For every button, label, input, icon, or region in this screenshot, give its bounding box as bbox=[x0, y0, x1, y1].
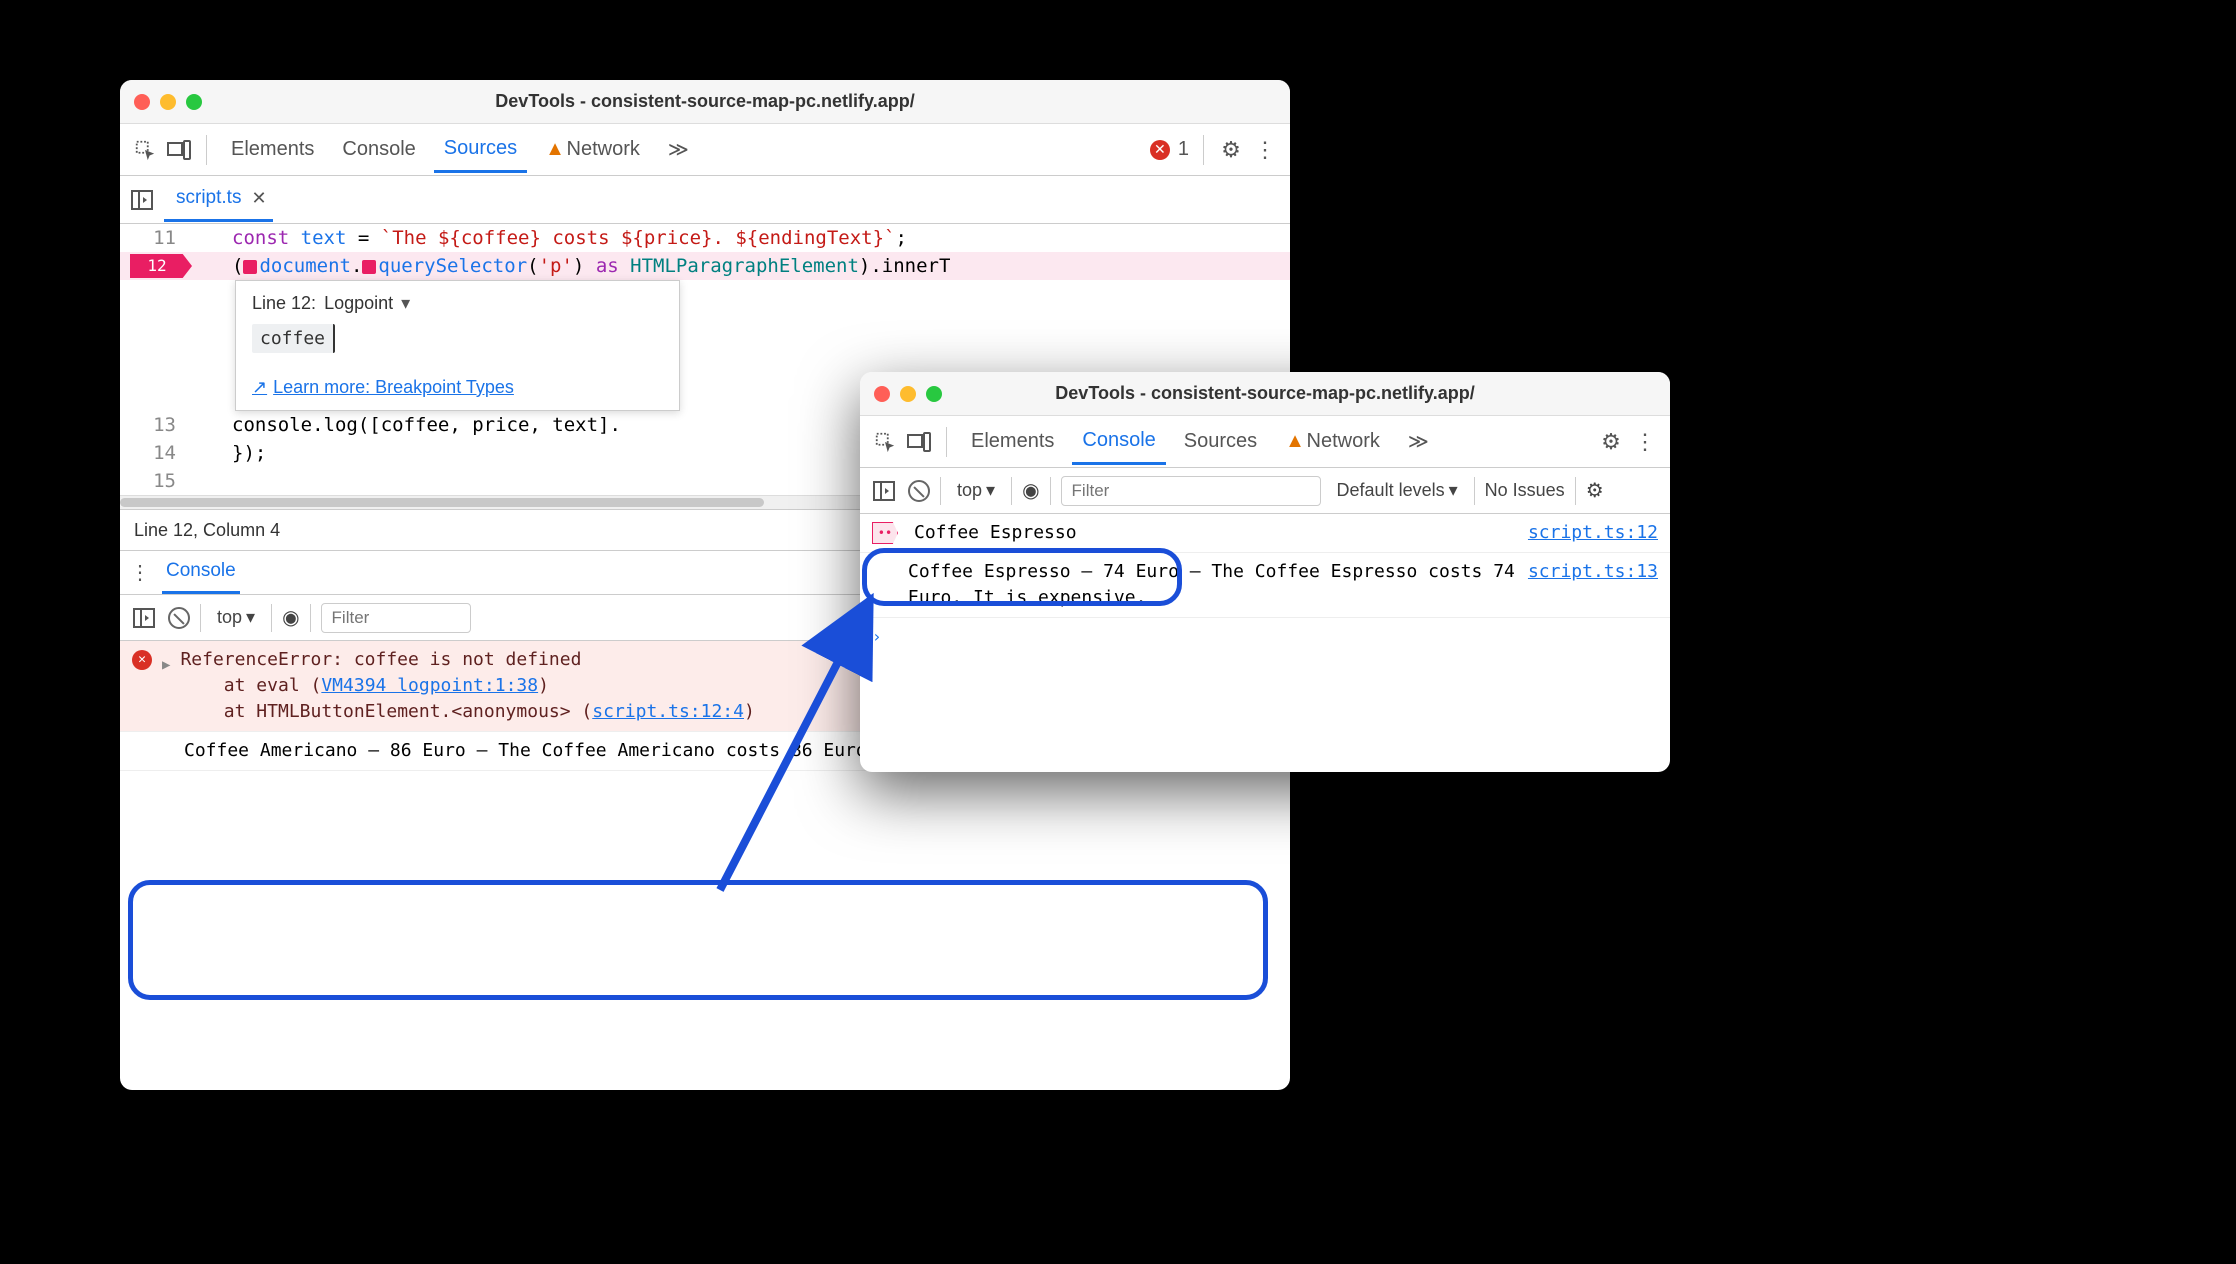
titlebar[interactable]: DevTools - consistent-source-map-pc.netl… bbox=[120, 80, 1290, 124]
chevron-down-icon[interactable]: ▾ bbox=[401, 293, 410, 314]
error-icon: ✕ bbox=[1150, 140, 1170, 160]
expand-icon[interactable]: ▶ bbox=[162, 652, 170, 678]
clear-console-icon[interactable] bbox=[168, 607, 190, 629]
chevron-down-icon: ▾ bbox=[986, 480, 995, 501]
live-expression-icon[interactable]: ◉ bbox=[282, 605, 299, 630]
tab-console[interactable]: Console bbox=[332, 128, 425, 171]
external-link-icon: ↗ bbox=[252, 377, 267, 398]
source-link[interactable]: script.ts:13 bbox=[1528, 559, 1658, 585]
error-badge[interactable]: ✕1 bbox=[1150, 138, 1189, 161]
prompt-icon: › bbox=[872, 624, 882, 650]
close-icon[interactable]: ✕ bbox=[251, 188, 266, 209]
error-count: 1 bbox=[1178, 138, 1189, 161]
minimize-icon[interactable] bbox=[160, 94, 176, 110]
execution-context-select[interactable]: top ▾ bbox=[211, 603, 261, 632]
issues-link[interactable]: No Issues bbox=[1485, 480, 1565, 501]
warning-icon: ▲ bbox=[545, 138, 565, 160]
console-toolbar: top ▾ ◉ Default levels ▾ No Issues ⚙ bbox=[860, 468, 1670, 514]
stack-link[interactable]: VM4394 logpoint:1:38 bbox=[321, 675, 538, 696]
learn-more-link[interactable]: ↗ Learn more: Breakpoint Types bbox=[252, 377, 663, 398]
console-prompt-row[interactable]: › bbox=[860, 618, 1670, 656]
code-line-11[interactable]: 11 const text = `The ${coffee} costs ${p… bbox=[120, 224, 1290, 252]
scrollbar-thumb[interactable] bbox=[120, 498, 764, 507]
tab-network-label: Network bbox=[567, 138, 640, 160]
titlebar[interactable]: DevTools - consistent-source-map-pc.netl… bbox=[860, 372, 1670, 416]
cursor-position: Line 12, Column 4 bbox=[134, 520, 280, 541]
kebab-icon[interactable]: ⋮ bbox=[1632, 429, 1658, 455]
panel-tabs: Elements Console Sources ▲ Network ≫ ⚙ ⋮ bbox=[860, 416, 1670, 468]
navigator-toggle-icon[interactable] bbox=[128, 186, 156, 214]
error-icon: ✕ bbox=[132, 650, 152, 670]
tab-sources[interactable]: Sources bbox=[1174, 420, 1267, 463]
console-filter-input[interactable] bbox=[321, 603, 471, 633]
gear-icon[interactable]: ⚙ bbox=[1586, 478, 1604, 503]
tab-elements[interactable]: Elements bbox=[221, 128, 324, 171]
tabs-overflow[interactable]: ≫ bbox=[658, 127, 699, 172]
device-icon[interactable] bbox=[906, 429, 932, 455]
file-tabs: script.ts ✕ bbox=[120, 176, 1290, 224]
device-icon[interactable] bbox=[166, 137, 192, 163]
divider bbox=[206, 135, 207, 165]
file-tab-script[interactable]: script.ts ✕ bbox=[164, 177, 273, 222]
panel-tabs: Elements Console Sources ▲ Network ≫ ✕1 … bbox=[120, 124, 1290, 176]
code-line-12[interactable]: •• 12 (document.querySelector('p') as HT… bbox=[120, 252, 1290, 280]
sidebar-toggle-icon[interactable] bbox=[130, 604, 158, 632]
chevron-down-icon: ▾ bbox=[1449, 480, 1458, 501]
tabs-overflow[interactable]: ≫ bbox=[1398, 419, 1439, 464]
traffic-lights bbox=[874, 386, 942, 402]
console-log-row[interactable]: Coffee Espresso – 74 Euro – The Coffee E… bbox=[860, 553, 1670, 618]
logpoint-expression-input[interactable]: coffee bbox=[252, 324, 335, 353]
log-message: Coffee Espresso bbox=[914, 520, 1518, 546]
console-filter-input[interactable] bbox=[1061, 476, 1321, 506]
zoom-icon[interactable] bbox=[186, 94, 202, 110]
inspect-icon[interactable] bbox=[132, 137, 158, 163]
line-number[interactable]: 14 bbox=[120, 439, 192, 467]
gear-icon[interactable]: ⚙ bbox=[1218, 137, 1244, 163]
clear-console-icon[interactable] bbox=[908, 480, 930, 502]
tab-network[interactable]: ▲ Network bbox=[1275, 420, 1390, 463]
learn-more-label: Learn more: Breakpoint Types bbox=[273, 377, 514, 398]
code-text: }); bbox=[192, 439, 266, 467]
sidebar-toggle-icon[interactable] bbox=[870, 477, 898, 505]
console-messages: •• Coffee Espresso script.ts:12 Coffee E… bbox=[860, 514, 1670, 656]
kebab-icon[interactable]: ⋮ bbox=[1252, 137, 1278, 163]
window-title: DevTools - consistent-source-map-pc.netl… bbox=[860, 383, 1670, 404]
stack-link[interactable]: script.ts:12:4 bbox=[592, 701, 744, 722]
drawer-tab-console[interactable]: Console bbox=[162, 551, 240, 594]
live-expression-icon[interactable]: ◉ bbox=[1022, 478, 1039, 503]
log-message: Coffee Espresso – 74 Euro – The Coffee E… bbox=[908, 559, 1518, 611]
close-icon[interactable] bbox=[874, 386, 890, 402]
source-link[interactable]: script.ts:12 bbox=[1528, 520, 1658, 546]
inspect-icon[interactable] bbox=[872, 429, 898, 455]
execution-context-select[interactable]: top ▾ bbox=[951, 476, 1001, 505]
breakpoint-edit-popup: Line 12: Logpoint ▾ coffee ↗ Learn more:… bbox=[235, 280, 680, 411]
kebab-icon[interactable]: ⋮ bbox=[130, 560, 150, 585]
chevron-down-icon: ▾ bbox=[246, 607, 255, 628]
traffic-lights bbox=[134, 94, 202, 110]
file-tab-label: script.ts bbox=[176, 187, 241, 209]
popup-line-label: Line 12: bbox=[252, 293, 316, 314]
zoom-icon[interactable] bbox=[926, 386, 942, 402]
devtools-window-console: DevTools - consistent-source-map-pc.netl… bbox=[860, 372, 1670, 772]
logpoint-badge-icon: •• bbox=[872, 522, 898, 544]
log-levels-select[interactable]: Default levels ▾ bbox=[1331, 476, 1464, 505]
line-number[interactable]: 13 bbox=[120, 411, 192, 439]
line-number[interactable]: 11 bbox=[120, 224, 192, 252]
tab-network[interactable]: ▲ Network bbox=[535, 128, 650, 171]
tab-console[interactable]: Console bbox=[1072, 419, 1165, 465]
window-title: DevTools - consistent-source-map-pc.netl… bbox=[120, 91, 1290, 112]
tab-elements[interactable]: Elements bbox=[961, 420, 1064, 463]
tab-sources[interactable]: Sources bbox=[434, 127, 527, 173]
minimize-icon[interactable] bbox=[900, 386, 916, 402]
console-logpoint-row[interactable]: •• Coffee Espresso script.ts:12 bbox=[860, 514, 1670, 553]
warning-icon: ▲ bbox=[1285, 430, 1305, 452]
gear-icon[interactable]: ⚙ bbox=[1598, 429, 1624, 455]
breakpoint-type-select[interactable]: Logpoint bbox=[324, 293, 393, 314]
logpoint-marker[interactable]: 12 bbox=[130, 254, 192, 278]
line-number[interactable]: 15 bbox=[120, 467, 192, 495]
code-text: console.log([coffee, price, text]. bbox=[192, 411, 621, 439]
close-icon[interactable] bbox=[134, 94, 150, 110]
divider bbox=[1203, 135, 1204, 165]
tab-network-label: Network bbox=[1307, 430, 1380, 452]
